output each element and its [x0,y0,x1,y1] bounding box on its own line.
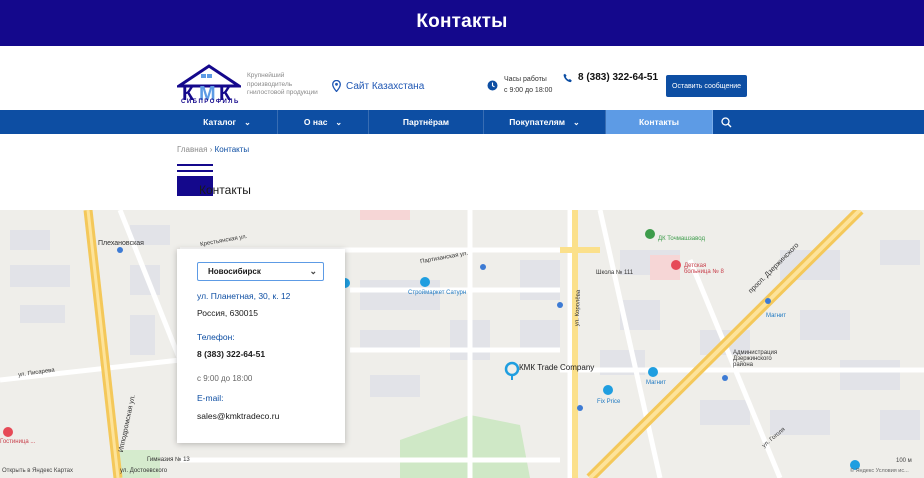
map-place-label: Строймаркет Сатурн [408,290,467,296]
content-heading: Контакты [199,183,251,197]
leave-message-button[interactable]: Оставить сообщение [666,75,747,97]
map-place-label: Fix Price [597,399,621,405]
map-place-label: Гостиница ... [0,439,36,445]
map-scale: 100 м [896,458,912,464]
breadcrumb-separator: › [209,145,213,154]
search-icon [720,116,731,127]
contact-email[interactable]: sales@kmktradeco.ru [197,411,279,421]
contact-card: Новосибирск ⌄ ул. Планетная, 30, к. 12 Р… [177,249,345,443]
breadcrumb-home[interactable]: Главная [177,145,207,154]
header-phone-number: 8 (383) 322-64-51 [578,72,659,83]
kazakhstan-site-label: Сайт Казахстана [346,80,425,92]
map-copyright[interactable]: © Яндекс Условия ис... [850,468,909,474]
site-header [0,46,924,110]
map-place-label: Администрация Дзержинского района [733,350,778,368]
chevron-down-icon: ⌄ [244,117,251,127]
main-nav: Каталог ⌄ О нас ⌄ Партнёрам Покупателям … [0,110,924,134]
contact-phone[interactable]: 8 (383) 322-64-51 [197,349,265,359]
nav-item-contacts[interactable]: Контакты [606,110,713,134]
nav-item-label: Партнёрам [402,117,450,127]
page-title: Контакты [416,11,508,32]
email-label: E-mail: [197,393,224,403]
kazakhstan-site-link[interactable]: Сайт Казахстана [332,80,424,92]
city-select[interactable]: Новосибирск ⌄ [197,262,324,281]
map-street-label: ул. Достоевского [120,468,168,474]
header-phone[interactable]: 8 (383) 322-64-51 [563,72,658,83]
map-street-label: ул. Королёва [574,289,582,327]
phone-icon [563,73,572,82]
nav-search-button[interactable] [713,110,739,134]
nav-item-label: Покупателям [509,117,565,127]
nav-item-label: О нас [303,117,328,127]
nav-item-partners[interactable]: Партнёрам [369,110,484,134]
company-map-label[interactable]: КМК Trade Company [519,363,594,372]
map[interactable]: КМК Trade Company Плехановская Строймарк… [0,210,924,478]
nav-item-catalog[interactable]: Каталог ⌄ [177,110,278,134]
logo-caption: СИБПРОФИЛЬ [181,99,240,105]
open-in-yandex-link[interactable]: Открыть в Яндекс Картах [2,468,73,474]
chevron-down-icon: ⌄ [335,117,343,127]
contact-address: ул. Планетная, 30, к. 12 [197,291,291,301]
nav-item-label: Контакты [638,117,680,127]
nav-item-about[interactable]: О нас ⌄ [278,110,369,134]
hours-value: с 9:00 до 18:00 [504,87,553,94]
map-place-label: Магнит [646,380,667,386]
chevron-down-icon: ⌄ [572,117,580,127]
map-place-label: Плехановская [98,240,144,247]
breadcrumb: Главная › Контакты [177,145,249,154]
nav-item-label: Каталог [203,117,237,127]
map-place-label: Школа № 111 [596,270,634,276]
breadcrumb-current: Контакты [214,145,250,154]
hours-label: Часы работы [504,76,547,83]
map-place-label: Детская больница № 8 [684,263,724,275]
map-place-label: ДК Точмашзавод [658,236,705,242]
clock-icon [487,80,498,90]
contact-postal: Россия, 630015 [197,308,258,318]
contact-hours: с 9:00 до 18:00 [197,374,253,383]
phone-label: Телефон: [197,332,235,342]
title-bar: Контакты [0,0,924,46]
map-place-label: Магнит [766,313,787,319]
location-pin-icon [332,80,341,92]
city-select-value: Новосибирск [208,267,261,276]
map-place-label: Гимназия № 13 [147,457,190,463]
chevron-down-icon: ⌄ [309,266,317,276]
working-hours: Часы работы с 9:00 до 18:00 [487,74,552,96]
nav-item-buyers[interactable]: Покупателям ⌄ [484,110,606,134]
maker-tagline: Крупнейший производитель гнилостовой про… [247,72,318,96]
